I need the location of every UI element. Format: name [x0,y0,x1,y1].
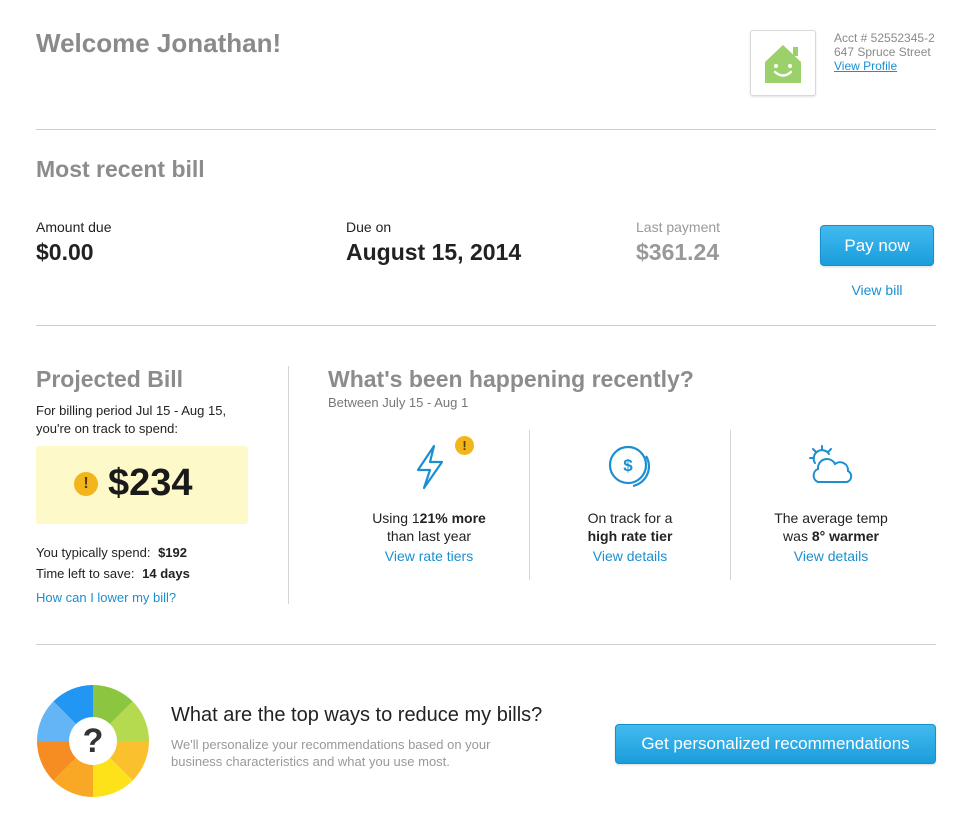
question-mark: ? [82,722,104,760]
reduce-description-line2: business characteristics and what you us… [171,754,450,769]
amount-due-value: $0.00 [36,239,94,265]
amount-due-label: Amount due [36,219,112,235]
due-on-label: Due on [346,219,392,235]
reduce-question: What are the top ways to reduce my bills… [171,704,543,726]
due-on-value: August 15, 2014 [346,239,522,265]
pay-now-button[interactable]: Pay now [820,225,934,266]
billing-period-text: For billing period Jul 15 - Aug 15, [36,403,227,418]
time-left-value: 14 days [142,566,190,581]
account-address: 647 Spruce Street [834,45,931,59]
alert-badge-icon: ! [455,436,474,455]
dollar-coin-icon: $ [608,445,651,488]
projected-bill-title: Projected Bill [36,366,183,392]
house-smile-icon [765,45,801,83]
welcome-heading: Welcome Jonathan! [36,28,282,58]
usage-compare-text: Using 121% more than last year [372,510,486,544]
divider [288,366,289,604]
typical-spend: You typically spend: $192 [36,545,187,560]
get-recommendations-button[interactable]: Get personalized recommendations [615,724,936,764]
view-profile-link[interactable]: View Profile [834,59,897,73]
sun-cloud-icon [809,445,853,483]
lightning-icon [416,444,444,490]
last-payment-value: $361.24 [636,239,720,265]
warning-icon: ! [74,472,98,496]
time-left-label: Time left to save: [36,566,135,581]
reduce-description-line1: We'll personalize your recommendations b… [171,737,491,752]
view-rate-tiers-link[interactable]: View rate tiers [329,548,529,564]
view-details-link[interactable]: View details [530,548,730,564]
happening-subtitle: Between July 15 - Aug 1 [328,395,469,410]
temperature-text: The average temp was 8° warmer [774,510,888,544]
avatar[interactable] [750,30,816,96]
view-details-link[interactable]: View details [731,548,931,564]
lower-bill-link[interactable]: How can I lower my bill? [36,590,176,605]
typical-spend-label: You typically spend: [36,545,151,560]
rate-tier-text: On track for a high rate tier [587,510,673,544]
account-number: Acct # 52552345-2 [834,31,935,45]
divider [36,129,936,130]
time-left: Time left to save: 14 days [36,566,190,581]
projected-amount-box: ! $234 [36,446,248,524]
svg-text:$: $ [623,456,633,475]
happening-title: What's been happening recently? [328,366,694,392]
on-track-text: you're on track to spend: [36,421,178,436]
typical-spend-value: $192 [158,545,187,560]
projected-amount: $234 [108,462,193,504]
last-payment-label: Last payment [636,219,721,235]
view-bill-link[interactable]: View bill [820,282,934,298]
divider [36,325,936,326]
section-title-recent-bill: Most recent bill [36,156,205,182]
divider [36,644,936,645]
